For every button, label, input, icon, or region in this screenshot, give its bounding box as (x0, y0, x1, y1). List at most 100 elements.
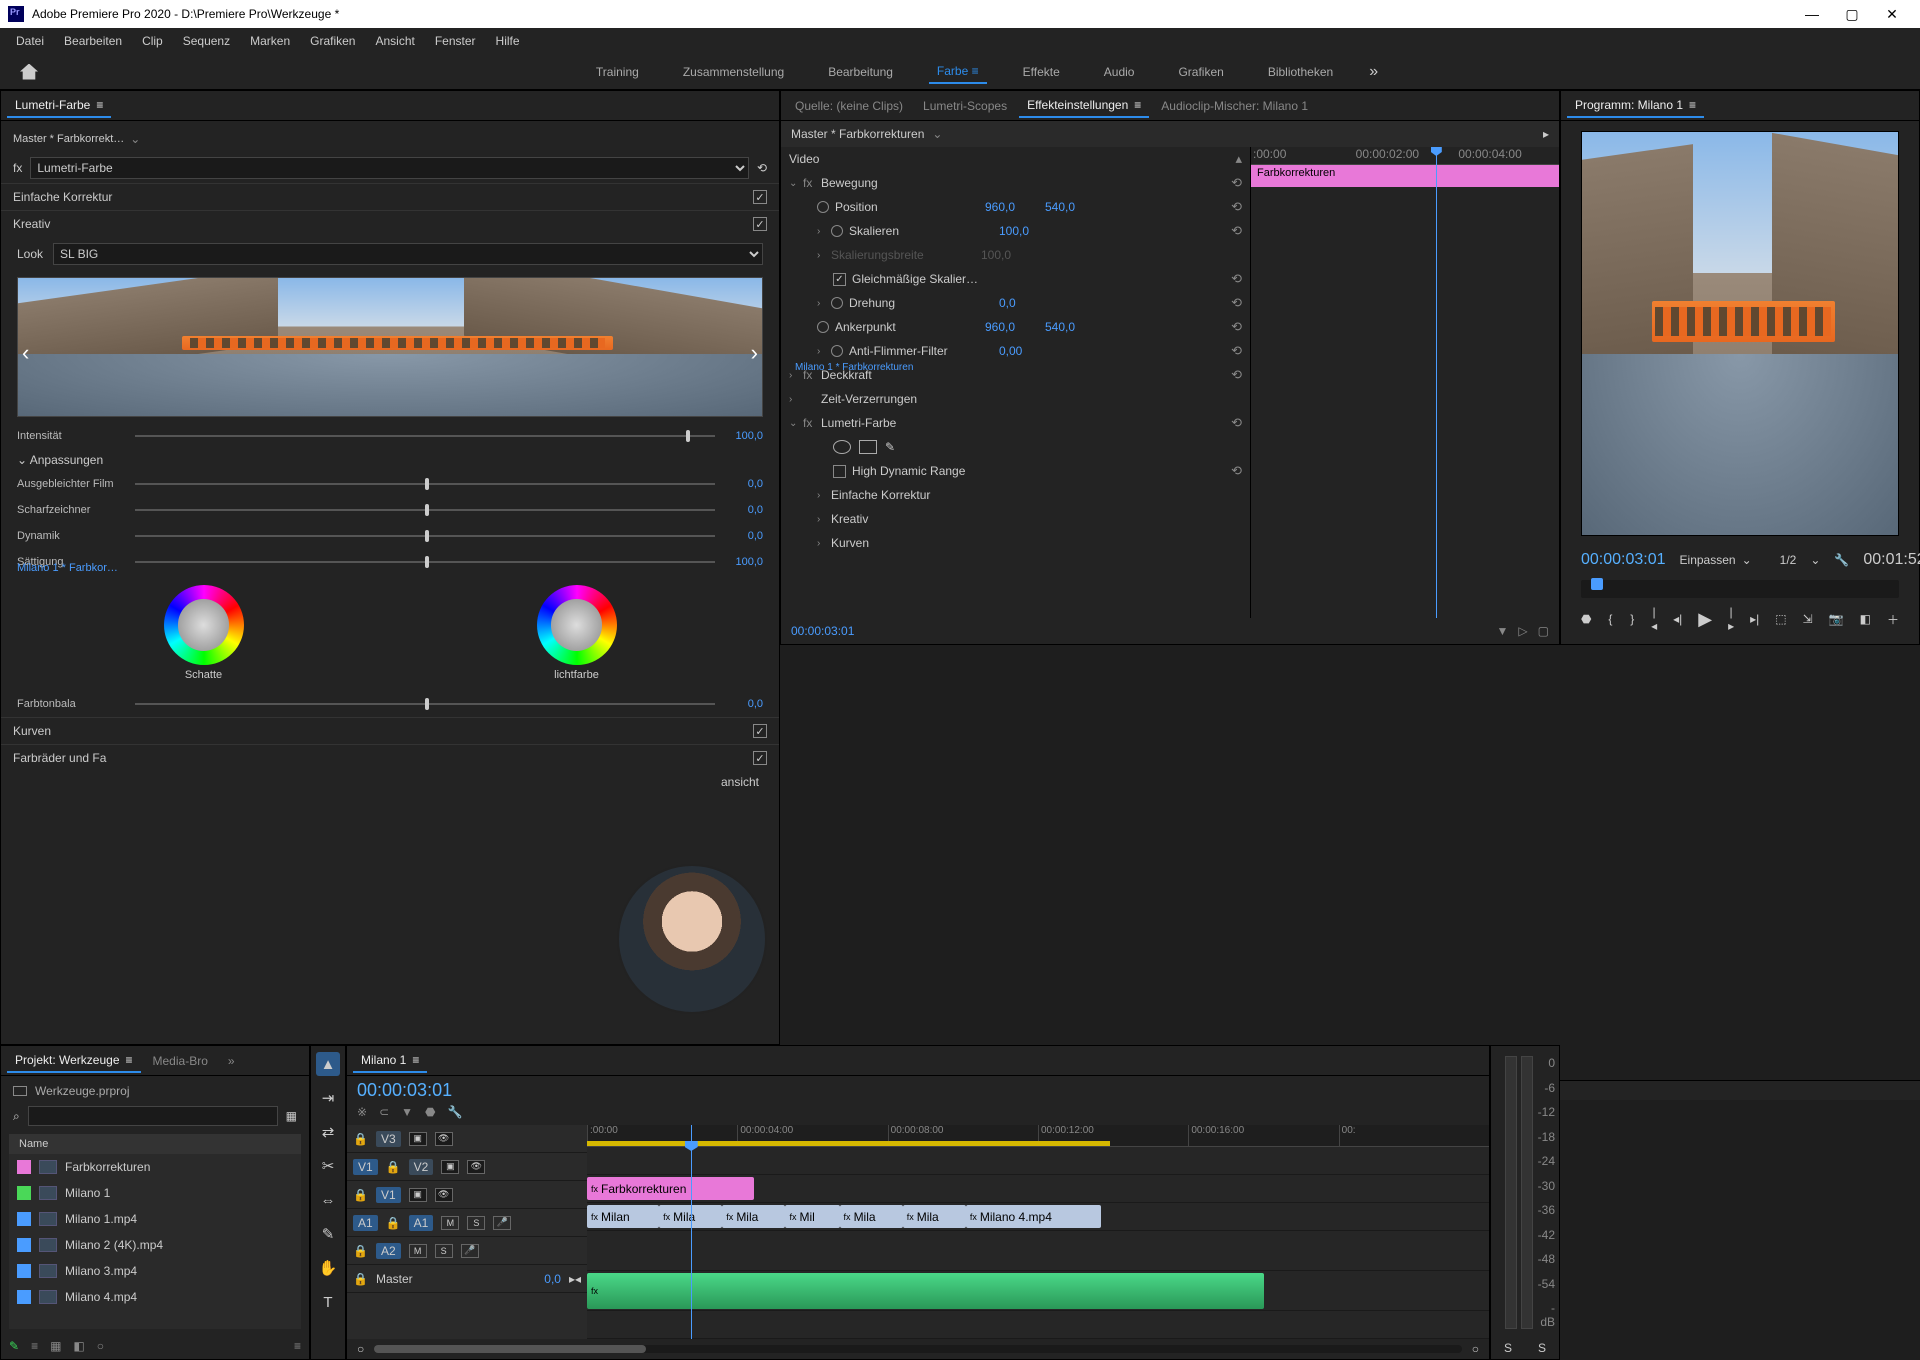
reset-icon[interactable]: ⟲ (1231, 295, 1242, 311)
ec-clip-label[interactable]: Milano 1 * Farbkorrekturen (791, 93, 917, 642)
timeline-tracks[interactable]: :00:0000:00:04:0000:00:08:0000:00:12:000… (587, 1125, 1489, 1339)
slider[interactable] (135, 435, 715, 437)
ws-effekte[interactable]: Effekte (1015, 61, 1068, 83)
chevron-down-icon[interactable]: ⌄ (932, 127, 942, 141)
eye-icon[interactable]: 👁 (435, 1132, 453, 1146)
lift-icon[interactable]: ⬚ (1775, 612, 1786, 626)
menu-clip[interactable]: Clip (132, 30, 173, 52)
tab-projekt[interactable]: Projekt: Werkzeuge≡ (7, 1049, 141, 1073)
ec-tool-icon[interactable]: ▢ (1538, 624, 1549, 638)
clip-video[interactable]: fxMila (903, 1205, 966, 1228)
program-timecode-out[interactable]: 00:01:52:15 (1863, 551, 1920, 569)
collapse-icon[interactable]: ▸◂ (569, 1272, 581, 1286)
ws-zusammenstellung[interactable]: Zusammenstellung (675, 61, 792, 83)
ec-tool-icon[interactable]: ▷ (1518, 624, 1527, 638)
lane-v2[interactable]: fxFarbkorrekturen (587, 1175, 1489, 1203)
list-item[interactable]: Milano 3.mp4 (9, 1258, 301, 1284)
track-a2[interactable]: 🔒A2MS🎤 (347, 1237, 587, 1265)
selection-tool-icon[interactable]: ▲ (316, 1052, 340, 1076)
ec-ruler[interactable]: :00:0000:00:02:0000:00:04:00 (1251, 147, 1559, 165)
clip-audio[interactable]: fx (587, 1273, 1264, 1309)
linked-icon[interactable]: ⊂ (379, 1105, 389, 1119)
timeline-playhead[interactable] (691, 1125, 692, 1339)
close-button[interactable]: ✕ (1872, 6, 1912, 23)
lock-icon[interactable]: 🔒 (353, 1188, 368, 1202)
pen-tool-icon[interactable]: ✎ (316, 1222, 340, 1246)
clip-video[interactable]: fxMila (840, 1205, 903, 1228)
ws-grafiken[interactable]: Grafiken (1170, 61, 1231, 83)
menu-datei[interactable]: Datei (6, 30, 54, 52)
ws-bibliotheken[interactable]: Bibliotheken (1260, 61, 1341, 83)
mic-icon[interactable]: 🎤 (493, 1216, 511, 1230)
playhead-marker[interactable] (1591, 578, 1603, 590)
program-timecode-in[interactable]: 00:00:03:01 (1581, 551, 1666, 569)
lane-v1[interactable]: fxMilan fxMila fxMila fxMil fxMila fxMil… (587, 1203, 1489, 1231)
tab-menu-icon[interactable]: ≡ (1134, 98, 1141, 112)
track-v1[interactable]: 🔒V1▣👁 (347, 1181, 587, 1209)
tab-effekteinstellungen[interactable]: Effekteinstellungen≡ (1019, 94, 1149, 118)
lock-icon[interactable]: 🔒 (386, 1160, 401, 1174)
track-a1[interactable]: A1🔒A1MS🎤 (347, 1209, 587, 1237)
reset-icon[interactable]: ⟲ (1231, 343, 1242, 359)
timeline-timecode[interactable]: 00:00:03:01 (347, 1076, 1489, 1105)
track-v2[interactable]: V1🔒V2▣👁 (347, 1153, 587, 1181)
maximize-button[interactable]: ▢ (1832, 6, 1872, 23)
list-item[interactable]: Milano 1.mp4 (9, 1206, 301, 1232)
lane-a2[interactable]: fx (587, 1271, 1489, 1311)
lane-v3[interactable] (587, 1147, 1489, 1175)
reset-icon[interactable]: ⟲ (757, 161, 767, 175)
lock-icon[interactable]: 🔒 (386, 1216, 401, 1230)
zoom-slider-icon[interactable]: ○ (97, 1339, 104, 1353)
reset-icon[interactable]: ⟲ (1231, 175, 1242, 191)
chevron-down-icon[interactable]: ⌄ (1810, 553, 1820, 567)
freeform-icon[interactable]: ◧ (73, 1339, 84, 1353)
reset-icon[interactable]: ⟲ (1231, 319, 1242, 335)
program-video[interactable] (1581, 131, 1899, 536)
reset-icon[interactable]: ⟲ (1231, 223, 1242, 239)
list-item[interactable]: Milano 2 (4K).mp4 (9, 1232, 301, 1258)
fx-dropdown[interactable]: Lumetri-Farbe (30, 157, 749, 179)
filter-icon[interactable]: ▼ (1497, 624, 1509, 638)
ws-training[interactable]: Training (588, 61, 647, 83)
compare-icon[interactable]: ◧ (1860, 612, 1871, 626)
slider[interactable] (135, 483, 715, 485)
search-icon[interactable]: ⌕ (13, 1109, 20, 1124)
home-icon[interactable] (20, 64, 38, 80)
lane-master[interactable] (587, 1311, 1489, 1339)
reset-icon[interactable]: ⟲ (1231, 415, 1242, 431)
tabs-more-icon[interactable]: » (220, 1050, 243, 1072)
hand-tool-icon[interactable]: ✋ (316, 1256, 340, 1280)
add-marker-icon[interactable]: ⬣ (1581, 612, 1591, 626)
step-back-icon[interactable]: ◂| (1673, 612, 1682, 626)
work-area-bar[interactable] (587, 1141, 1110, 1146)
menu-sequenz[interactable]: Sequenz (173, 30, 240, 52)
clip-video[interactable]: fxMilano 4.mp4 (966, 1205, 1101, 1228)
minimize-button[interactable]: — (1792, 6, 1832, 22)
ws-more-icon[interactable]: » (1369, 63, 1378, 81)
clip-video[interactable]: fxMila (722, 1205, 785, 1228)
zoom-in-icon[interactable]: ○ (1472, 1342, 1479, 1356)
eye-icon[interactable]: 👁 (467, 1160, 485, 1174)
list-item[interactable]: Milano 1 (9, 1180, 301, 1206)
tab-menu-icon[interactable]: ≡ (126, 1053, 133, 1067)
ec-clip-bar[interactable]: Farbkorrekturen (1251, 165, 1559, 187)
menu-ansicht[interactable]: Ansicht (365, 30, 424, 52)
resolution-dropdown[interactable]: 1/2 (1780, 553, 1797, 567)
marker-icon[interactable]: ▼ (401, 1105, 413, 1119)
icon-view-icon[interactable]: ▦ (50, 1339, 61, 1353)
wrench-icon[interactable]: 🔧 (448, 1105, 463, 1119)
ec-collapse-icon[interactable]: ▴ (1235, 151, 1242, 167)
ws-farbe[interactable]: Farbe (929, 60, 987, 84)
timeline-scrollbar[interactable] (374, 1345, 1462, 1353)
tab-programm[interactable]: Programm: Milano 1≡ (1567, 94, 1704, 118)
new-item-icon[interactable]: ▦ (286, 1109, 297, 1123)
menu-fenster[interactable]: Fenster (425, 30, 486, 52)
list-view-icon[interactable]: ≡ (31, 1339, 38, 1353)
reset-icon[interactable]: ⟲ (1231, 367, 1242, 383)
tab-audioclip-mischer[interactable]: Audioclip-Mischer: Milano 1 (1153, 95, 1316, 117)
ec-mini-timeline[interactable]: :00:0000:00:02:0000:00:04:00 Farbkorrekt… (1251, 147, 1559, 618)
menu-bearbeiten[interactable]: Bearbeiten (54, 30, 132, 52)
export-frame-icon[interactable]: 📷 (1829, 612, 1844, 626)
slider[interactable] (135, 703, 715, 705)
list-item[interactable]: Farbkorrekturen (9, 1154, 301, 1180)
